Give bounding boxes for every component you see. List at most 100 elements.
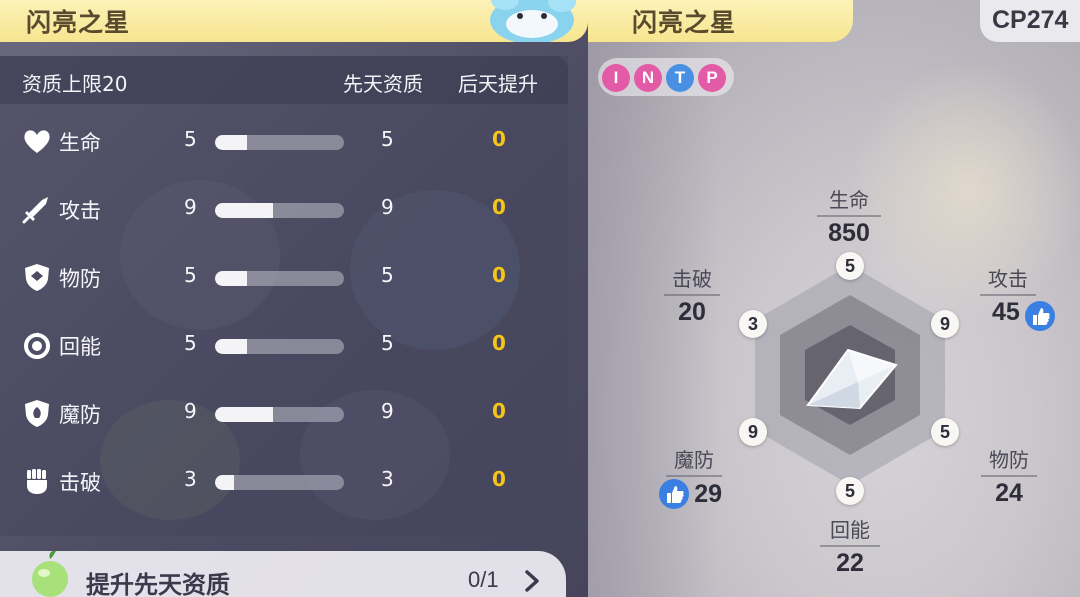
stat-boost-value: 0 xyxy=(492,467,506,491)
radar-label-name: 生命 xyxy=(829,188,869,212)
radar-label-divider xyxy=(980,294,1036,296)
radar-label-value: 29 xyxy=(694,479,722,508)
acquired-boost-header: 后天提升 xyxy=(458,72,538,96)
stat-cap-value: 5 xyxy=(184,127,197,151)
personality-letter: P xyxy=(698,64,726,92)
fruit-icon xyxy=(32,550,68,597)
radar-node-attack: 9 xyxy=(931,310,959,338)
stat-boost-value: 0 xyxy=(492,127,506,151)
stat-bar xyxy=(215,407,344,422)
sword-icon xyxy=(22,197,48,224)
pet-name-banner-right: 闪亮之星 xyxy=(588,0,853,42)
stat-bar-fill xyxy=(215,203,274,218)
upgrade-innate-aptitude-button[interactable]: 提升先天资质 0/1 xyxy=(0,550,566,597)
aptitude-cap-label: 资质上限20 xyxy=(22,72,128,96)
stat-innate-value: 9 xyxy=(381,399,394,423)
pet-name: 闪亮之星 xyxy=(26,8,131,37)
personality-letter: T xyxy=(666,64,694,92)
stat-innate-value: 9 xyxy=(381,195,394,219)
radar-label-value: 20 xyxy=(678,298,706,326)
radar-node-defense: 5 xyxy=(931,418,959,446)
stat-boost-value: 0 xyxy=(492,399,506,423)
radar-node-break: 3 xyxy=(739,310,767,338)
upgrade-label: 提升先天资质 xyxy=(86,571,230,597)
radar-label-break: 击破 20 xyxy=(662,263,722,327)
radar-label-value: 24 xyxy=(995,479,1023,507)
stat-bar-fill xyxy=(215,339,248,354)
stat-name: 回能 xyxy=(59,335,101,359)
stat-cap-value: 9 xyxy=(184,399,197,423)
stat-bar-fill xyxy=(215,135,248,150)
stat-boost-value: 0 xyxy=(492,263,506,287)
radar-label-name: 回能 xyxy=(830,518,870,542)
aptitude-radar xyxy=(755,265,945,485)
radar-label-divider xyxy=(817,215,881,217)
stat-innate-value: 3 xyxy=(381,467,394,491)
stat-cap-value: 3 xyxy=(184,467,197,491)
aptitude-panel-header: 资质上限20 先天资质 后天提升 xyxy=(0,56,568,104)
personality-letter: N xyxy=(634,64,662,92)
stat-bar-fill xyxy=(215,407,274,422)
radar-label-name: 魔防 xyxy=(674,448,714,472)
stat-bar xyxy=(215,135,344,150)
radar-node-hp: 5 xyxy=(836,252,864,280)
radar-node-energy: 5 xyxy=(836,477,864,505)
radar-label-divider xyxy=(981,475,1037,477)
combat-power: CP274 xyxy=(980,0,1080,42)
radar-label-divider xyxy=(820,545,880,547)
stat-innate-value: 5 xyxy=(381,127,394,151)
aptitude-panel: 资质上限20 先天资质 后天提升 生命 5 5 0 攻击 9 9 0 物防 5 … xyxy=(0,56,568,536)
radar-label-name: 物防 xyxy=(989,448,1029,472)
stat-row-break: 击破 3 3 0 xyxy=(0,456,568,506)
thumbs-up-icon xyxy=(659,479,690,509)
radar-label-divider xyxy=(666,475,722,477)
stat-row-attack: 攻击 9 9 0 xyxy=(0,184,568,234)
stat-row-hp: 生命 5 5 0 xyxy=(0,116,568,166)
shield-icon xyxy=(25,264,49,291)
stat-innate-value: 5 xyxy=(381,331,394,355)
innate-aptitude-header: 先天资质 xyxy=(343,72,423,96)
radar-label-defense: 物防 24 xyxy=(979,444,1039,508)
stat-boost-value: 0 xyxy=(492,195,506,219)
radar-label-name: 击破 xyxy=(672,267,712,291)
mascot-icon xyxy=(490,0,576,42)
stat-innate-value: 5 xyxy=(381,263,394,287)
radar-label-value: 22 xyxy=(836,549,864,577)
stat-bar xyxy=(215,203,344,218)
stat-cap-value: 5 xyxy=(184,331,197,355)
pet-name-right: 闪亮之星 xyxy=(632,8,737,37)
stat-cap-value: 9 xyxy=(184,195,197,219)
radar-label-name: 攻击 xyxy=(988,267,1028,291)
personality-badges: I N T P xyxy=(598,58,734,96)
stat-name: 生命 xyxy=(59,131,101,155)
stat-bar-fill xyxy=(215,271,248,286)
heart-icon xyxy=(24,130,50,153)
upgrade-count: 0/1 xyxy=(468,567,499,592)
stat-name: 攻击 xyxy=(59,199,101,223)
magic-shield-icon xyxy=(25,400,49,427)
stat-row-magic-defense: 魔防 9 9 0 xyxy=(0,388,568,438)
radar-label-energy: 回能 22 xyxy=(818,514,882,578)
stat-bar xyxy=(215,475,344,490)
stat-cap-value: 5 xyxy=(184,263,197,287)
stat-bar xyxy=(215,271,344,286)
stat-name: 物防 xyxy=(59,267,101,291)
stat-name: 击破 xyxy=(59,471,101,495)
stat-bar-fill xyxy=(215,475,235,490)
chevron-right-icon xyxy=(525,570,539,592)
radar-label-attack: 攻击 45 xyxy=(980,263,1070,331)
radar-label-value: 45 xyxy=(992,298,1020,326)
stat-row-defense: 物防 5 5 0 xyxy=(0,252,568,302)
radar-label-hp: 生命 850 xyxy=(815,184,883,248)
stat-boost-value: 0 xyxy=(492,331,506,355)
radar-label-divider xyxy=(664,294,720,296)
stat-row-energy: 回能 5 5 0 xyxy=(0,320,568,370)
stat-name: 魔防 xyxy=(59,403,101,427)
radar-label-value: 850 xyxy=(828,219,870,247)
radar-node-magic-defense: 9 xyxy=(739,418,767,446)
personality-letter: I xyxy=(602,64,630,92)
thumbs-up-icon xyxy=(1024,300,1055,331)
radar-label-magic-defense: 魔防 29 xyxy=(638,444,722,509)
stat-bar xyxy=(215,339,344,354)
fist-icon xyxy=(27,469,47,494)
